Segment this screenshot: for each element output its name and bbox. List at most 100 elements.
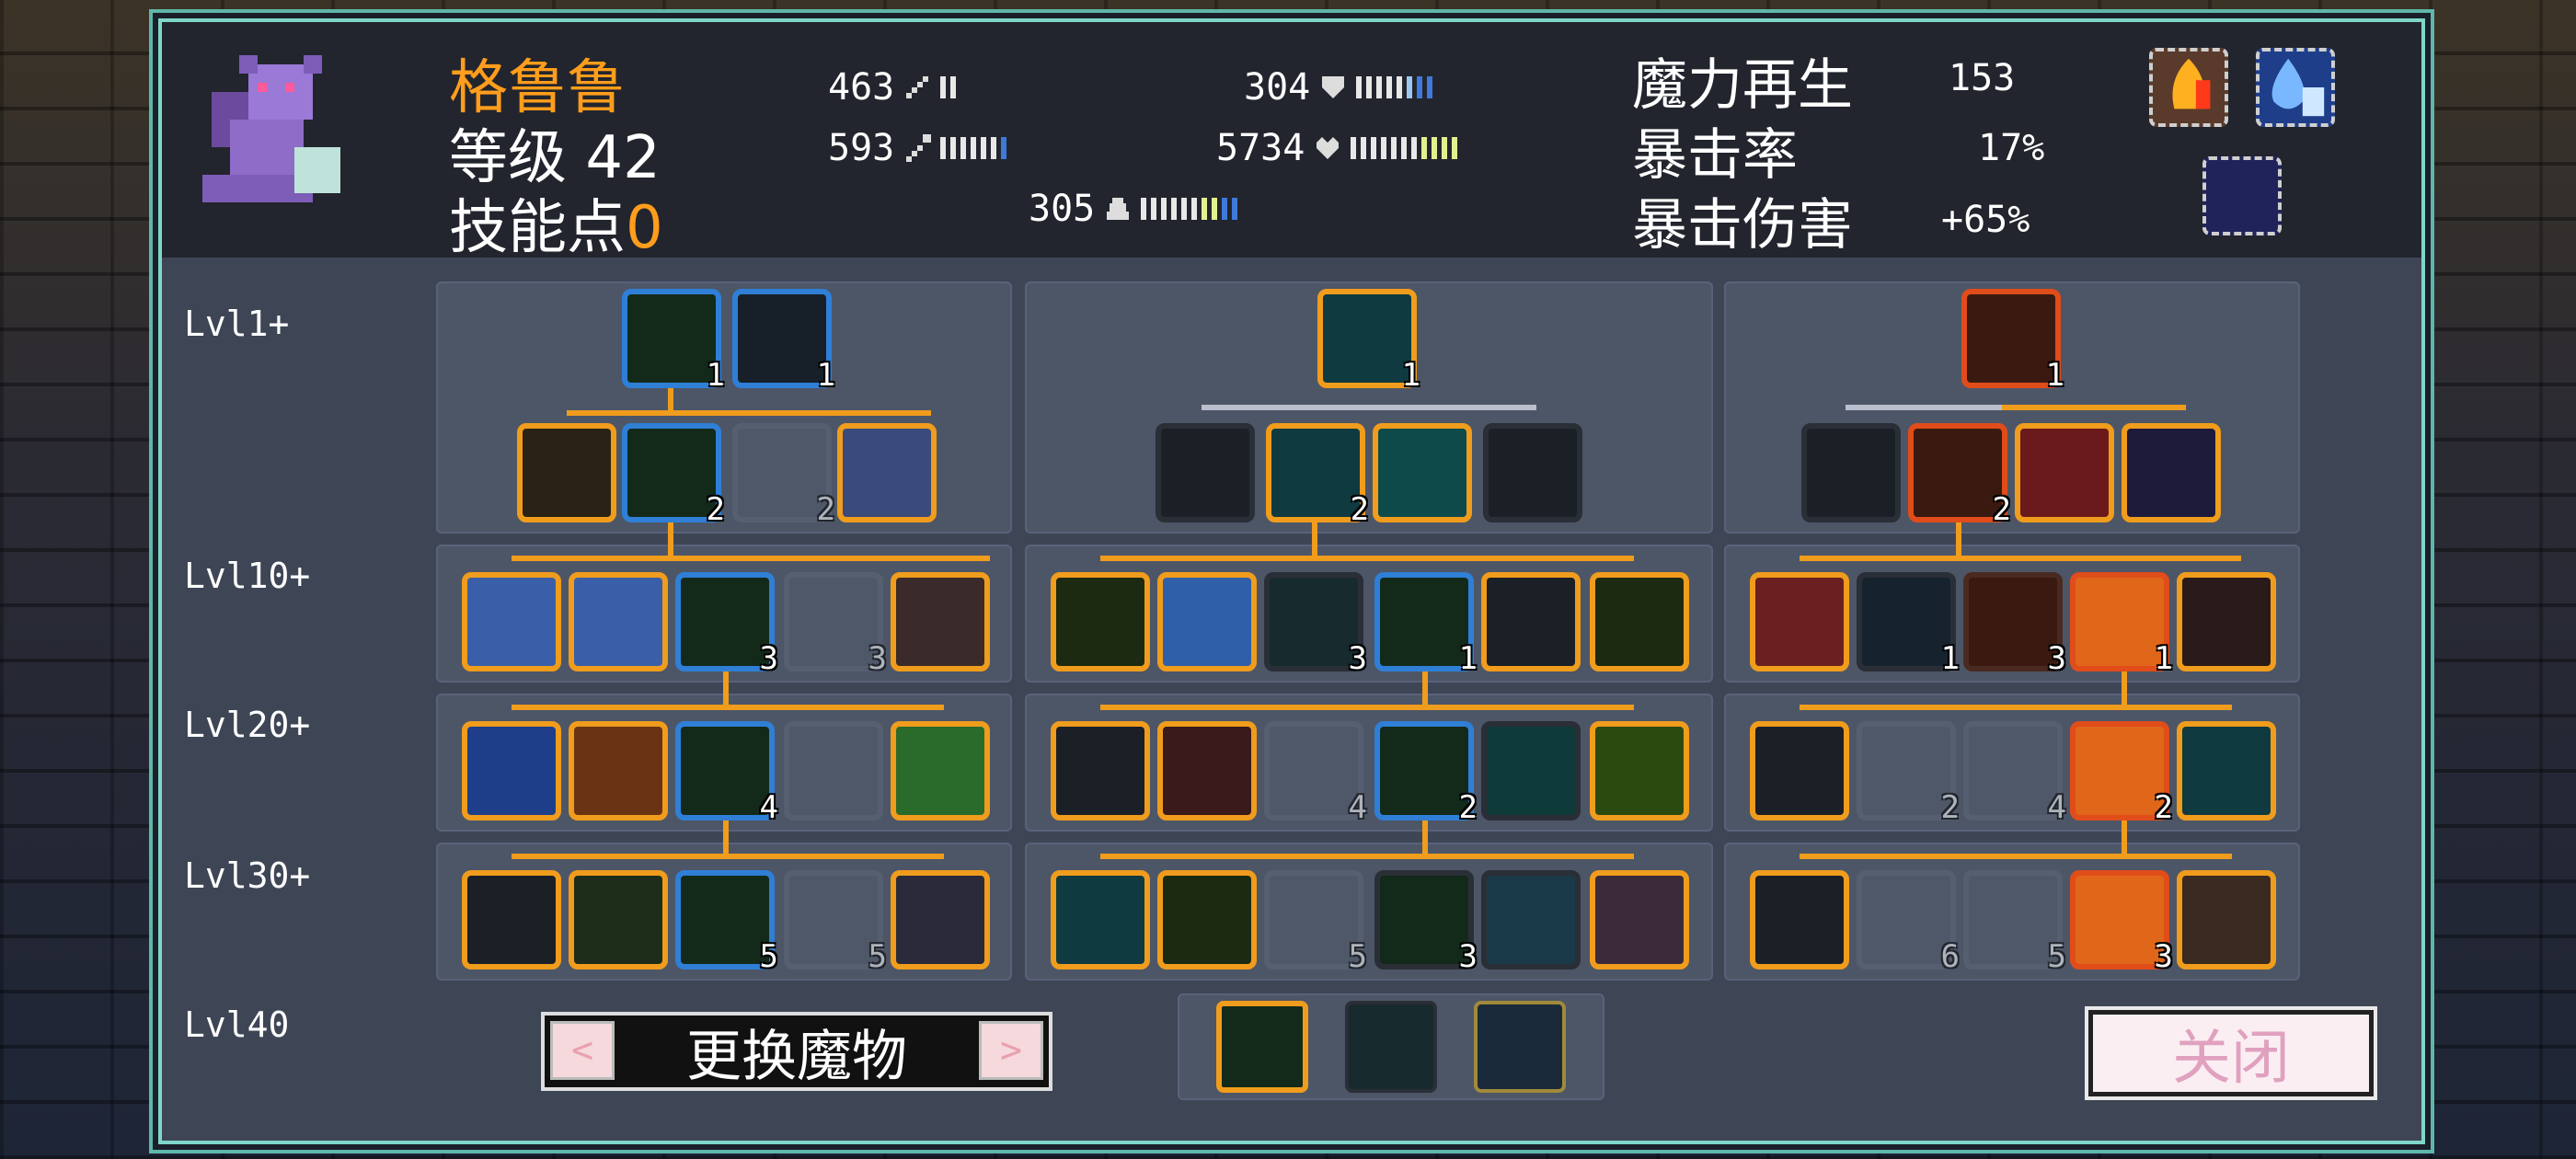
moon-buff-icon[interactable] — [2202, 156, 2282, 235]
rain-upgrade-skill-icon[interactable]: 2 — [622, 423, 725, 528]
flame-slash-tier2-skill-icon[interactable]: 3 — [1963, 572, 2066, 677]
tree2-connector — [1100, 705, 1634, 710]
green-wand-skill-icon[interactable] — [569, 870, 668, 970]
close-button[interactable]: 关闭 — [2088, 1010, 2374, 1096]
tree1-connector — [668, 522, 673, 559]
blue-heart-skill-icon[interactable] — [837, 423, 937, 522]
heart-bar-skill-icon[interactable] — [1051, 721, 1150, 820]
crit-damage-label: 暴击伤害 — [1632, 193, 1853, 258]
cyan-orb-skill-icon[interactable]: 1 — [1317, 289, 1420, 394]
water-shield-buff-icon[interactable] — [2256, 48, 2335, 127]
red-gem-skill-icon[interactable] — [1481, 870, 1581, 970]
tree3-connector — [1800, 705, 2232, 710]
cyan-wave-tier3-skill-icon[interactable]: 2 — [1857, 721, 1960, 826]
fireball-skill-icon[interactable]: 1 — [2070, 572, 2173, 677]
rain-tier2-skill-icon[interactable]: 3 — [675, 572, 778, 677]
green-monster-skill-icon[interactable] — [1590, 721, 1689, 820]
attack-value: 463 — [828, 66, 895, 109]
staff-upgrade-locked-icon[interactable] — [1483, 423, 1582, 522]
green-heart-skill-icon[interactable] — [891, 572, 990, 671]
blue-splash-skill-icon[interactable] — [1157, 572, 1257, 671]
rain-tier4-skill-icon[interactable]: 5 — [675, 870, 778, 975]
rain-tier4b-skill-icon[interactable]: 3 — [1374, 870, 1478, 975]
mana-regen-label: 魔力再生 — [1632, 53, 1853, 118]
level-label-10: Lvl10+ — [184, 556, 311, 596]
fire-sword-skill-icon[interactable] — [2177, 572, 2276, 671]
tree2-connector — [1312, 522, 1317, 559]
stone-skill-icon[interactable]: 1 — [732, 289, 835, 394]
cyan-shell-active-slot-icon[interactable] — [1474, 1001, 1566, 1093]
fire-hand-skill-icon[interactable] — [2015, 423, 2114, 522]
staff-locked2-icon[interactable] — [1801, 423, 1901, 522]
stone-tier3-skill-icon[interactable] — [784, 721, 883, 820]
cyan-heart-shield-skill-icon[interactable] — [2177, 721, 2276, 820]
next-monster-button[interactable]: > — [979, 1021, 1043, 1080]
cyan-arrow-skill-icon[interactable] — [1051, 870, 1150, 970]
magic-bar — [940, 137, 1007, 159]
stone-upgrade-skill-icon[interactable]: 2 — [732, 423, 835, 528]
prev-monster-button[interactable]: < — [550, 1021, 615, 1080]
heart-cluster-skill-icon[interactable] — [462, 572, 561, 671]
tree2-connector — [1422, 820, 1428, 857]
tree2-connector — [1422, 671, 1428, 708]
hourglass-skill-icon[interactable] — [569, 721, 668, 820]
heart-cluster2-skill-icon[interactable] — [569, 572, 668, 671]
rain-active-slot-icon[interactable] — [1216, 1001, 1308, 1093]
health-stat: 5734 — [1216, 127, 1458, 169]
flame-slash-upgrade-skill-icon[interactable]: 2 — [1908, 423, 2011, 528]
cyan-wave-tier4-skill-icon[interactable]: 6 — [1857, 870, 1960, 975]
golden-sword-skill-icon[interactable] — [517, 423, 616, 522]
mana-regen-value: 153 — [1949, 57, 2016, 99]
rain-tier3b-skill-icon[interactable]: 2 — [1374, 721, 1478, 826]
heart-icon — [1317, 137, 1340, 159]
heart-bar3-skill-icon[interactable] — [1750, 870, 1849, 970]
cyan-orb-tier3-skill-icon[interactable]: 4 — [1264, 721, 1367, 826]
green-ring-plus-skill-icon[interactable] — [1590, 572, 1689, 671]
cyan-wave-skill-icon[interactable]: 1 — [1857, 572, 1960, 677]
swap-monster-label: 更换魔物 — [686, 1024, 907, 1089]
rain-tier2b-skill-icon[interactable]: 1 — [1374, 572, 1478, 677]
tree1-connector — [567, 410, 931, 416]
green-heart3-skill-icon[interactable] — [2177, 870, 2276, 970]
fireball-tier3-skill-icon[interactable]: 2 — [2070, 721, 2173, 826]
magic-stat: 593 — [828, 127, 1007, 169]
tree2-connector — [1100, 556, 1634, 561]
stone-tier2-skill-icon[interactable]: 3 — [784, 572, 887, 677]
stone-tier4-skill-icon[interactable]: 5 — [784, 870, 887, 975]
defense-bar — [1356, 76, 1433, 98]
helmet-tier2-skill-icon[interactable] — [1481, 572, 1581, 671]
blue-drops-skill-icon[interactable] — [462, 721, 561, 820]
level-label-40: Lvl40 — [184, 1004, 290, 1045]
flame-slash-tier3-skill-icon[interactable]: 4 — [1963, 721, 2066, 826]
water-drop-skill-icon[interactable] — [891, 870, 990, 970]
rain-skill-icon[interactable]: 1 — [622, 289, 725, 394]
swap-monster-button[interactable]: < 更换魔物 > — [541, 1012, 1052, 1091]
level-label-20: Lvl20+ — [184, 705, 311, 745]
active-skill-tray — [1178, 993, 1604, 1100]
cyan-orb-active-slot-icon[interactable] — [1345, 1001, 1437, 1093]
heart-bar2-skill-icon[interactable] — [1750, 721, 1849, 820]
vortex-skill-icon[interactable] — [1481, 721, 1581, 820]
shield-icon — [1322, 76, 1345, 98]
helmet-stat: 305 — [1029, 188, 1238, 230]
cyan-orb-tier4-skill-icon[interactable]: 5 — [1264, 870, 1367, 975]
flame-slash-skill-icon[interactable]: 1 — [1961, 289, 2064, 394]
fire-attack-buff-icon[interactable] — [2149, 48, 2228, 127]
green-heart2-skill-icon[interactable] — [1590, 870, 1689, 970]
helmet-bar — [1141, 198, 1238, 220]
yellow-ring-skill-icon[interactable] — [1051, 572, 1150, 671]
purple-orbs-skill-icon[interactable] — [2122, 423, 2221, 522]
flame-slash-tier4-skill-icon[interactable]: 5 — [1963, 870, 2066, 975]
fireball-tier4-skill-icon[interactable]: 3 — [2070, 870, 2173, 975]
green-ring-plus2-skill-icon[interactable] — [1157, 870, 1257, 970]
cyan-orb-upgrade-skill-icon[interactable]: 2 — [1266, 423, 1369, 528]
rain-tier3-skill-icon[interactable]: 4 — [675, 721, 778, 826]
helmet-upgrade-skill-icon[interactable] — [462, 870, 561, 970]
cyan-orb-tier2-skill-icon[interactable]: 3 — [1264, 572, 1367, 677]
shield-upgrade-locked-icon[interactable] — [1156, 423, 1255, 522]
tree3-connector — [2122, 671, 2127, 708]
red-diamond-heart-skill-icon[interactable] — [1157, 721, 1257, 820]
red-skull-skill-icon[interactable] — [1373, 423, 1472, 522]
green-hourglass-skill-icon[interactable] — [891, 721, 990, 820]
red-flower-skill-icon[interactable] — [1750, 572, 1849, 671]
